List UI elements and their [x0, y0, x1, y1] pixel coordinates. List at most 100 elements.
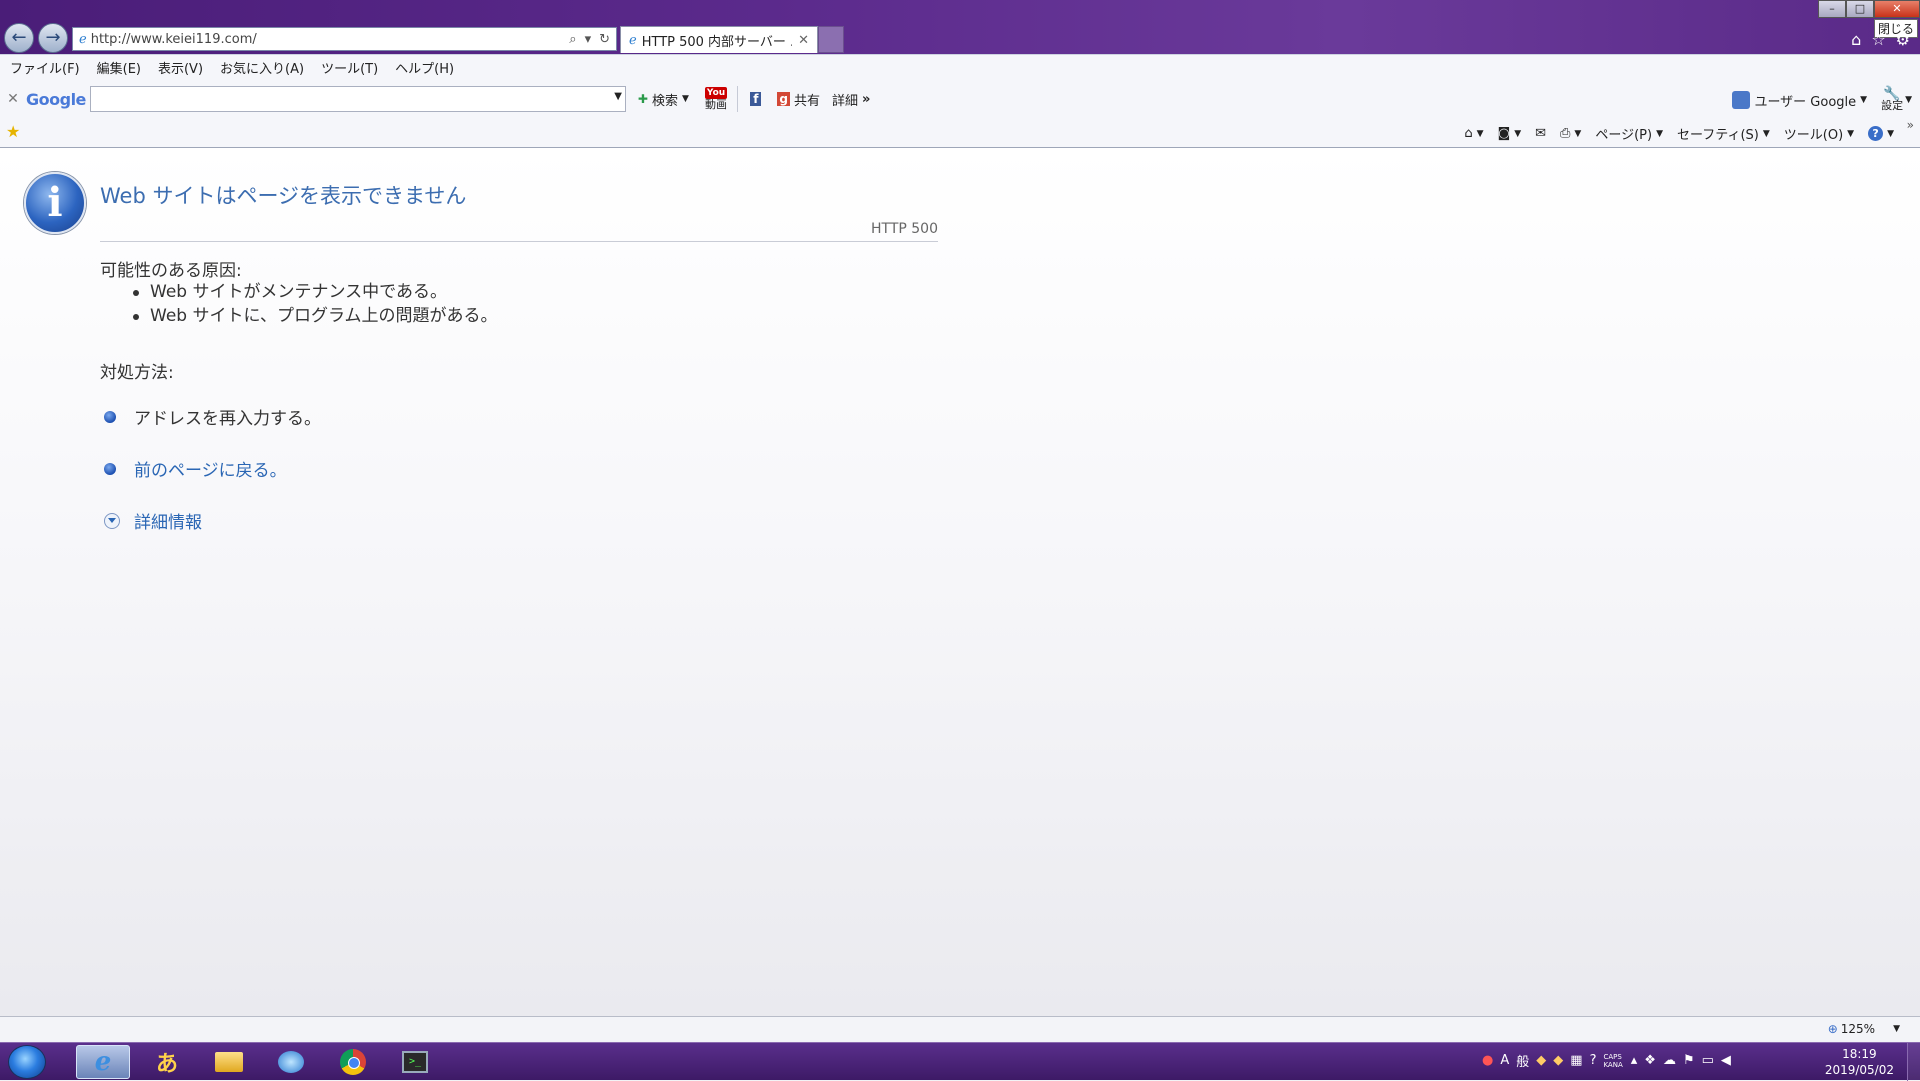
chrome-icon: [340, 1049, 366, 1075]
taskbar-mail-button[interactable]: [264, 1045, 318, 1079]
menu-file[interactable]: ファイル(F): [10, 58, 80, 77]
network-icon[interactable]: ▭: [1702, 1053, 1714, 1068]
show-desktop-button[interactable]: [1907, 1043, 1920, 1081]
overflow-chevron-icon[interactable]: »: [1907, 118, 1914, 132]
alert-icon[interactable]: ●: [1482, 1053, 1493, 1068]
dropbox-icon[interactable]: ❖: [1644, 1053, 1656, 1068]
home-icon[interactable]: ⌂: [1851, 30, 1861, 49]
tray-expand-icon[interactable]: ▴: [1631, 1053, 1638, 1068]
minimize-button[interactable]: –: [1818, 0, 1846, 18]
window-controls: – □ ✕: [1818, 0, 1920, 18]
search-icon[interactable]: ⌕: [569, 32, 576, 47]
user-label[interactable]: ユーザー Google: [1754, 91, 1856, 110]
taskbar-ime-button[interactable]: あ: [140, 1045, 194, 1079]
volume-icon[interactable]: ◀: [1721, 1053, 1731, 1068]
taskbar-clock[interactable]: 18:19 2019/05/02: [1825, 1046, 1894, 1078]
tab-close-icon[interactable]: ✕: [798, 33, 809, 48]
print-button[interactable]: ⎙ ▼: [1560, 126, 1581, 141]
taskbar-chrome-button[interactable]: [326, 1045, 380, 1079]
chevron-down-icon[interactable]: ▼: [1860, 95, 1867, 105]
start-button[interactable]: [8, 1045, 46, 1079]
google-logo: Google: [26, 89, 86, 109]
ime-settings-icon[interactable]: ▦: [1570, 1053, 1582, 1068]
zoom-control[interactable]: ⊕ 125% ▼: [1828, 1022, 1900, 1036]
chevron-down-icon[interactable]: ▼: [682, 94, 689, 104]
expand-chevron-icon[interactable]: [104, 512, 120, 529]
menu-help[interactable]: ヘルプ(H): [395, 58, 454, 77]
google-search-input[interactable]: ▼: [89, 86, 626, 112]
favorites-star-icon[interactable]: ☆: [1871, 30, 1885, 49]
home-button[interactable]: ⌂ ▼: [1464, 126, 1483, 141]
help-icon: ?: [1868, 126, 1884, 141]
taskbar-explorer-button[interactable]: [202, 1045, 256, 1079]
new-tab-button[interactable]: [818, 26, 844, 53]
close-toolbar-icon[interactable]: ✕: [0, 91, 26, 107]
chevron-down-icon[interactable]: ▼: [614, 91, 622, 102]
chevron-down-icon[interactable]: ▼: [1574, 129, 1581, 139]
site-favicon-icon: ℯ: [79, 31, 87, 47]
internet-explorer-icon: e: [94, 1047, 112, 1077]
safety-label: セーフティ(S): [1677, 128, 1759, 143]
settings-button[interactable]: 🔧 設定: [1881, 87, 1903, 112]
share-button[interactable]: g 共有: [777, 90, 820, 109]
ime-mode-kanji[interactable]: 般: [1516, 1051, 1529, 1070]
back-arrow-icon: ←: [11, 27, 27, 48]
video-button[interactable]: You 動画: [704, 87, 728, 111]
chevron-down-icon[interactable]: ▼: [1893, 1024, 1900, 1034]
mail-button[interactable]: ✉: [1535, 126, 1546, 141]
command-bar: ★ ⌂ ▼ ◙ ▼ ✉ ⎙ ▼ ページ(P) ▼ セーフティ(S) ▼ ツール(O) ▼ ?…: [0, 118, 1920, 148]
chevron-down-icon: ▼: [1656, 128, 1663, 139]
browser-title-bar: ← → ℯ http://www.keiei119.com/ ⌕ ▾ ↻ ℯ H…: [0, 0, 1920, 54]
video-label: 動画: [705, 98, 728, 111]
menu-favorites[interactable]: お気に入り(A): [220, 58, 304, 77]
chevron-down-icon[interactable]: ▾: [585, 32, 592, 47]
chevron-down-icon[interactable]: ▼: [1477, 129, 1484, 139]
page-menu[interactable]: ページ(P) ▼: [1595, 124, 1663, 143]
add-favorites-star-icon[interactable]: ★: [6, 122, 20, 141]
ime-tool-icon[interactable]: ◆: [1536, 1053, 1546, 1068]
address-bar[interactable]: ℯ http://www.keiei119.com/ ⌕ ▾ ↻: [72, 27, 617, 51]
google-toolbar: ✕ Google ▼ ✚ 検索 ▼ You 動画 f g 共有 詳細 » ユーザ…: [0, 80, 1920, 118]
help-menu[interactable]: ? ▼: [1868, 126, 1894, 141]
more-chevron-icon: »: [862, 91, 871, 107]
taskbar-ie-button[interactable]: e: [76, 1045, 130, 1079]
google-search-icon: ✚: [637, 92, 648, 106]
tab-http-500[interactable]: ℯ HTTP 500 内部サーバー ... ✕: [620, 26, 818, 53]
list-item: Web サイトに、プログラム上の問題がある。: [132, 306, 498, 326]
maximize-button[interactable]: □: [1846, 0, 1874, 18]
safety-menu[interactable]: セーフティ(S) ▼: [1677, 124, 1770, 143]
taskbar-terminal-button[interactable]: >_: [388, 1045, 442, 1079]
forward-button[interactable]: →: [38, 23, 68, 53]
help-icon[interactable]: ?: [1590, 1053, 1597, 1068]
ime-mode-a[interactable]: A: [1500, 1053, 1509, 1068]
more-info-toggle[interactable]: 詳細情報: [104, 508, 202, 533]
more-info-link[interactable]: 詳細情報: [134, 508, 202, 533]
fix-retype-text: アドレスを再入力する。: [134, 409, 321, 429]
refresh-icon[interactable]: ↻: [599, 32, 610, 47]
close-window-button[interactable]: ✕: [1874, 0, 1920, 18]
google-search-button[interactable]: ✚ 検索 ▼: [638, 90, 693, 109]
caps-label: CAPS: [1603, 1052, 1622, 1061]
feeds-button[interactable]: ◙ ▼: [1498, 126, 1522, 141]
action-center-flag-icon[interactable]: ⚑: [1683, 1053, 1695, 1068]
chevron-down-icon[interactable]: ▼: [1514, 129, 1521, 139]
caps-kana-indicator: CAPS KANA: [1603, 1053, 1622, 1069]
tools-menu[interactable]: ツール(O) ▼: [1784, 124, 1854, 143]
facebook-button[interactable]: f: [750, 92, 765, 106]
go-back-link[interactable]: 前のページに戻る。: [134, 456, 287, 481]
menu-edit[interactable]: 編集(E): [97, 58, 141, 77]
toolbar-divider: [737, 86, 739, 112]
ime-dictionary-icon[interactable]: ◆: [1553, 1053, 1563, 1068]
address-url[interactable]: http://www.keiei119.com/: [91, 32, 562, 47]
menu-view[interactable]: 表示(V): [158, 58, 203, 77]
home-icon: ⌂: [1464, 126, 1473, 141]
details-button[interactable]: 詳細 »: [832, 90, 870, 109]
folder-icon: [215, 1052, 243, 1072]
menu-tools[interactable]: ツール(T): [321, 58, 378, 77]
back-button[interactable]: ←: [4, 23, 34, 53]
chevron-down-icon[interactable]: ▼: [1905, 95, 1912, 105]
cloud-icon[interactable]: ☁: [1663, 1053, 1676, 1068]
http-status-code: HTTP 500: [871, 221, 938, 237]
tab-title: HTTP 500 内部サーバー ...: [641, 34, 793, 50]
gear-icon[interactable]: ⚙: [1896, 30, 1910, 49]
